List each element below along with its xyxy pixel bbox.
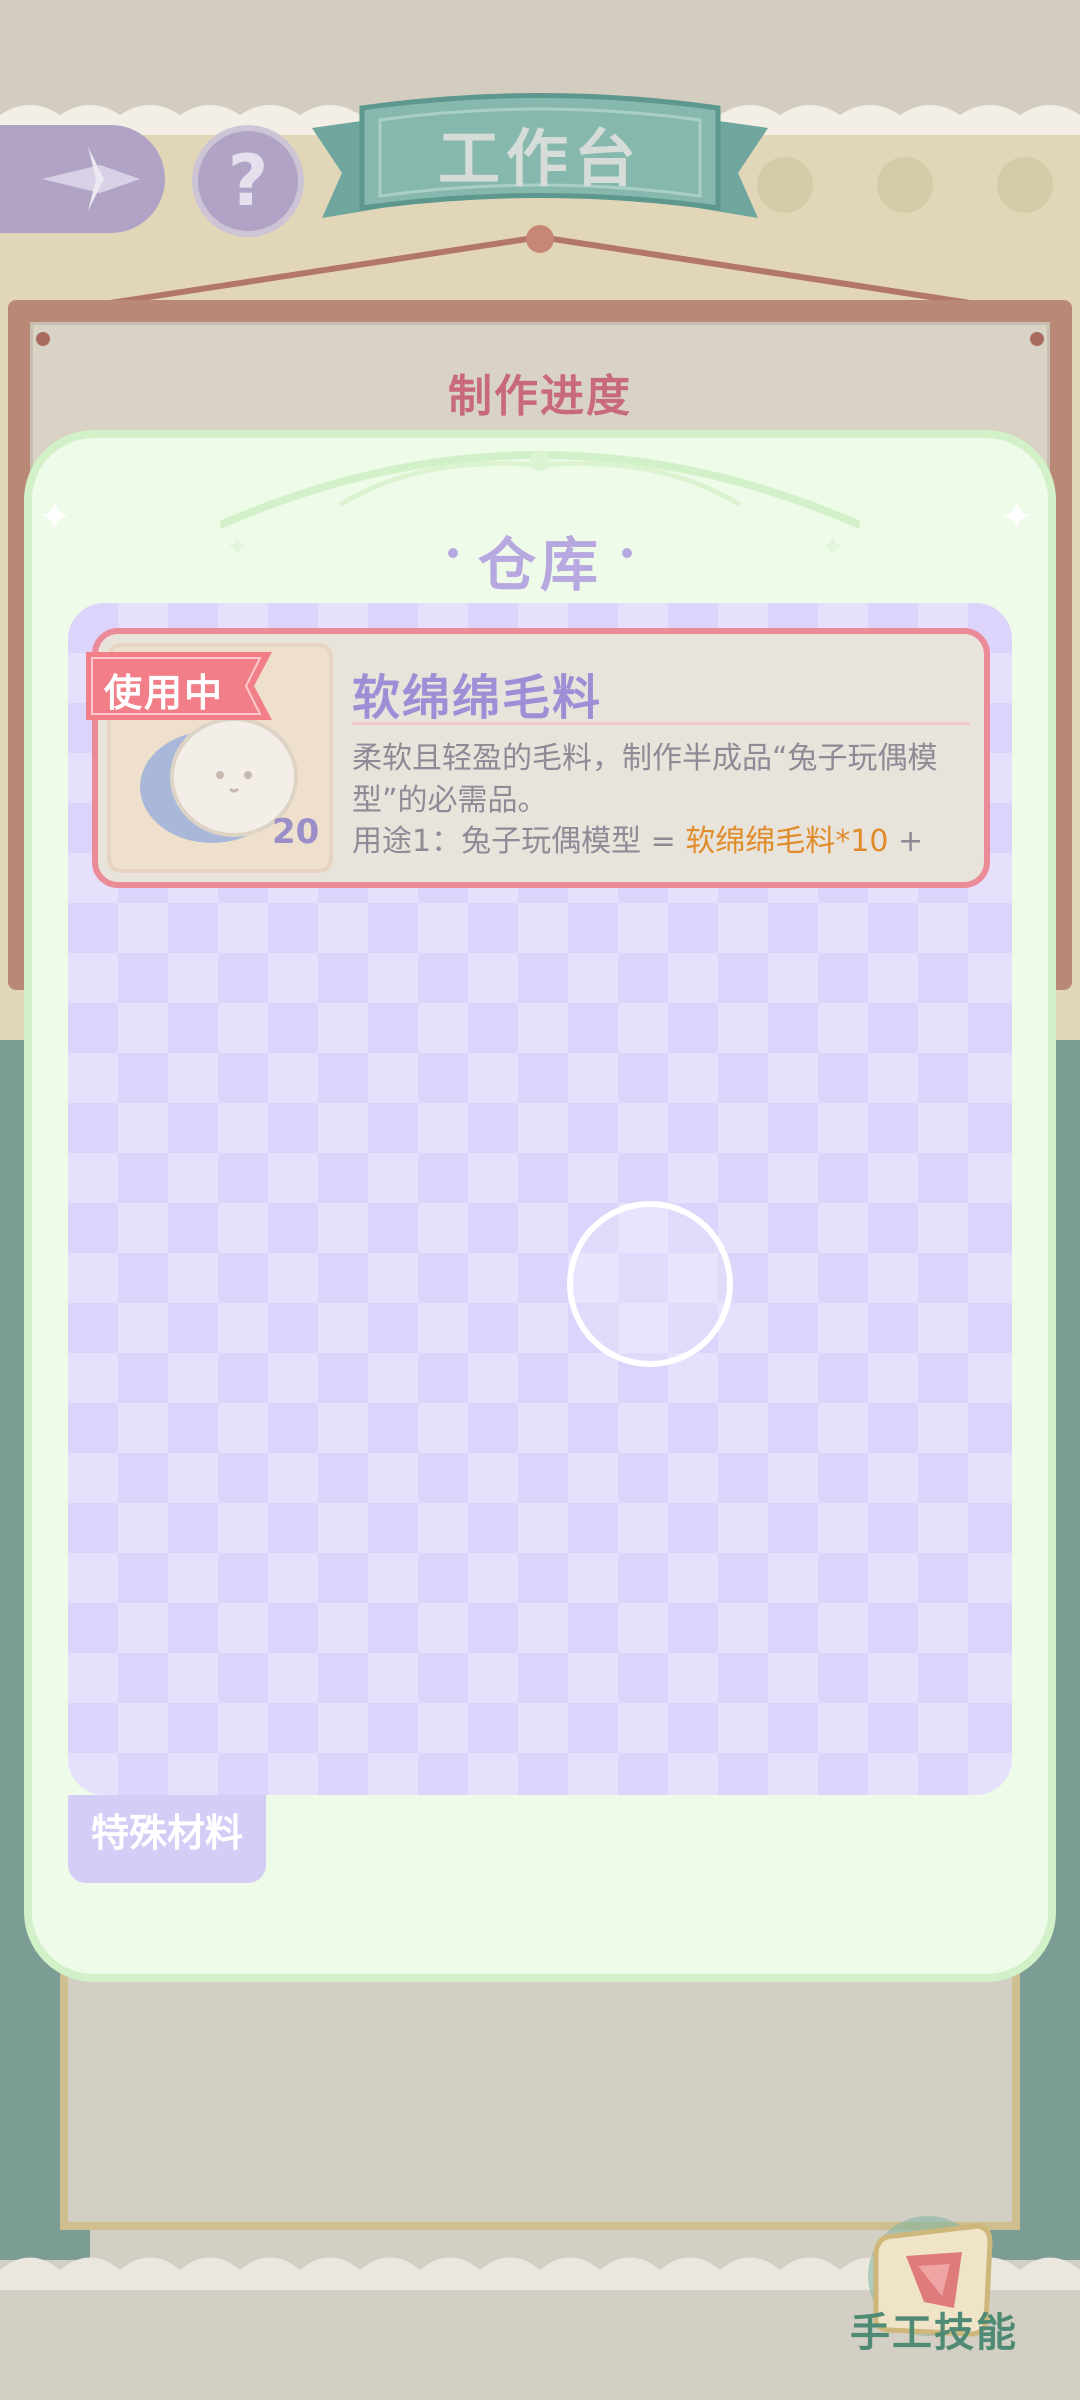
item-description: 柔软且轻盈的毛料，制作半成品“兔子玩偶模型”的必需品。 xyxy=(352,741,938,818)
item-usage: 用途1：兔子玩偶模型 = 软绵绵毛料*10 + xyxy=(352,822,980,862)
item-count: 20 xyxy=(272,812,320,852)
frame-pin-right xyxy=(1030,332,1044,346)
warehouse-title: 仓库 xyxy=(477,531,602,599)
back-arrow-icon xyxy=(42,147,140,211)
page-title: 工作台 xyxy=(437,122,642,195)
item-usage-suffix: + xyxy=(888,824,924,859)
help-button[interactable]: ? xyxy=(192,125,304,237)
item-divider xyxy=(352,722,970,725)
item-usage-requirement: 软绵绵毛料*10 xyxy=(685,824,889,859)
workbench-bottom-panel xyxy=(60,1940,1020,2230)
dialog-arch-ornament xyxy=(220,451,860,529)
title-dot-right xyxy=(622,548,632,558)
in-use-tag-label: 使用中 xyxy=(104,671,225,715)
touch-indicator xyxy=(567,1201,733,1367)
frame-pin-left xyxy=(36,332,50,346)
back-button[interactable] xyxy=(0,125,165,233)
item-usage-prefix: 用途1：兔子玩偶模型 = xyxy=(352,824,686,859)
wallpaper-dots xyxy=(757,157,1053,213)
item-name: 软绵绵毛料 xyxy=(352,670,603,726)
handcraft-skill-button[interactable]: 手工技能 xyxy=(850,2300,1018,2358)
tab-special-materials[interactable]: 特殊材料 xyxy=(68,1795,266,1883)
